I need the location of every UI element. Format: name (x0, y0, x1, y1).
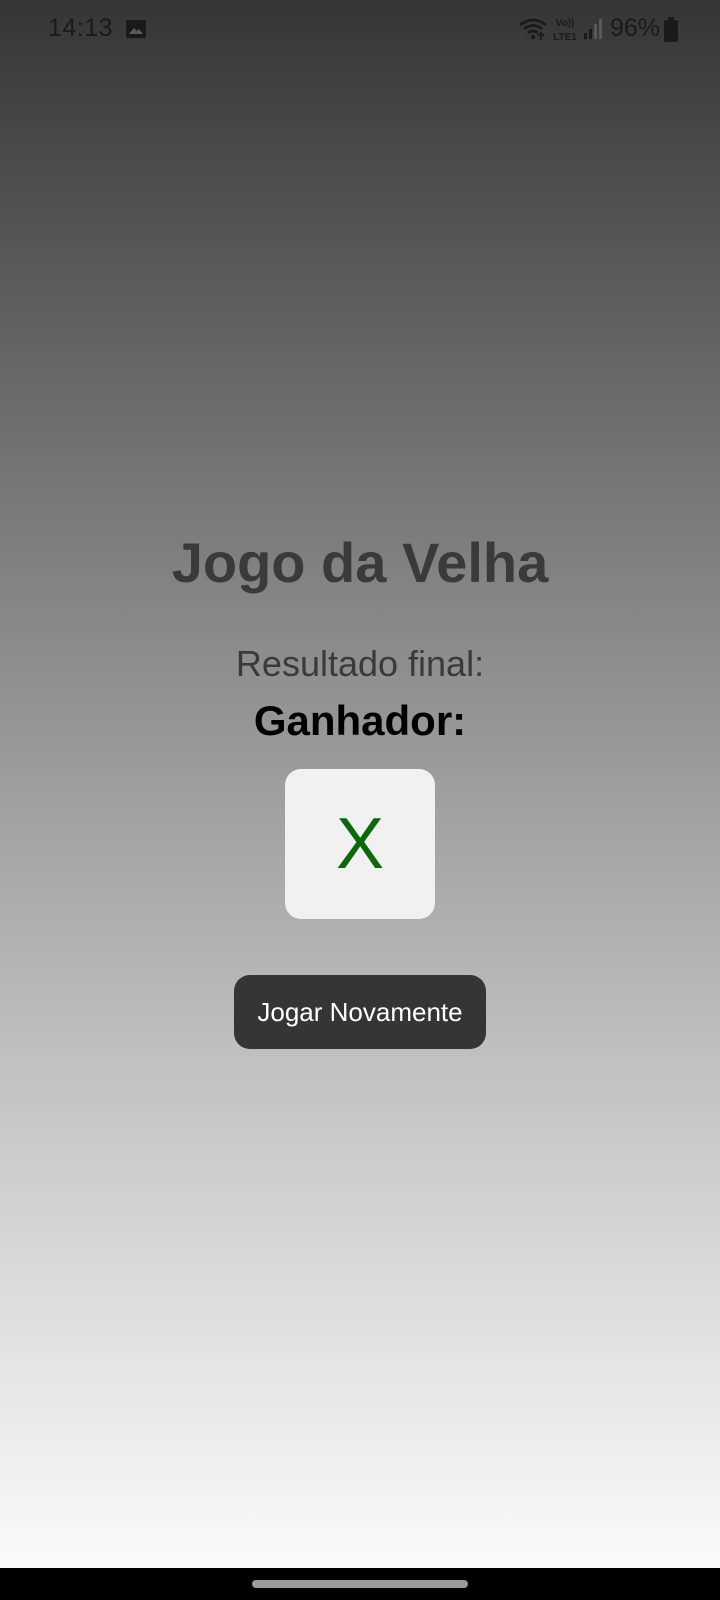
svg-text:LTE1: LTE1 (553, 32, 577, 43)
battery-icon (664, 17, 678, 42)
winner-cell: X (285, 769, 435, 919)
wifi-icon (519, 18, 547, 40)
battery-percentage: 96% (610, 14, 661, 42)
app-screen: 14:13 Vo)) LTE1 96% Jogo da Velha Result… (0, 0, 720, 1568)
volte-icon: Vo)) LTE1 (553, 18, 577, 43)
winner-label: Ganhador: (253, 697, 467, 744)
page-title: Jogo da Velha (171, 531, 549, 594)
signal-icon (584, 19, 602, 39)
play-again-button[interactable]: Jogar Novamente (234, 975, 486, 1049)
status-time: 14:13 (48, 14, 114, 42)
result-label: Resultado final: (235, 643, 485, 684)
winner-symbol: X (335, 804, 385, 884)
home-gesture-handle[interactable] (252, 1580, 468, 1588)
svg-text:Vo)): Vo)) (556, 18, 575, 29)
gallery-icon (126, 20, 146, 38)
status-bar: 14:13 Vo)) LTE1 96% (0, 0, 720, 60)
